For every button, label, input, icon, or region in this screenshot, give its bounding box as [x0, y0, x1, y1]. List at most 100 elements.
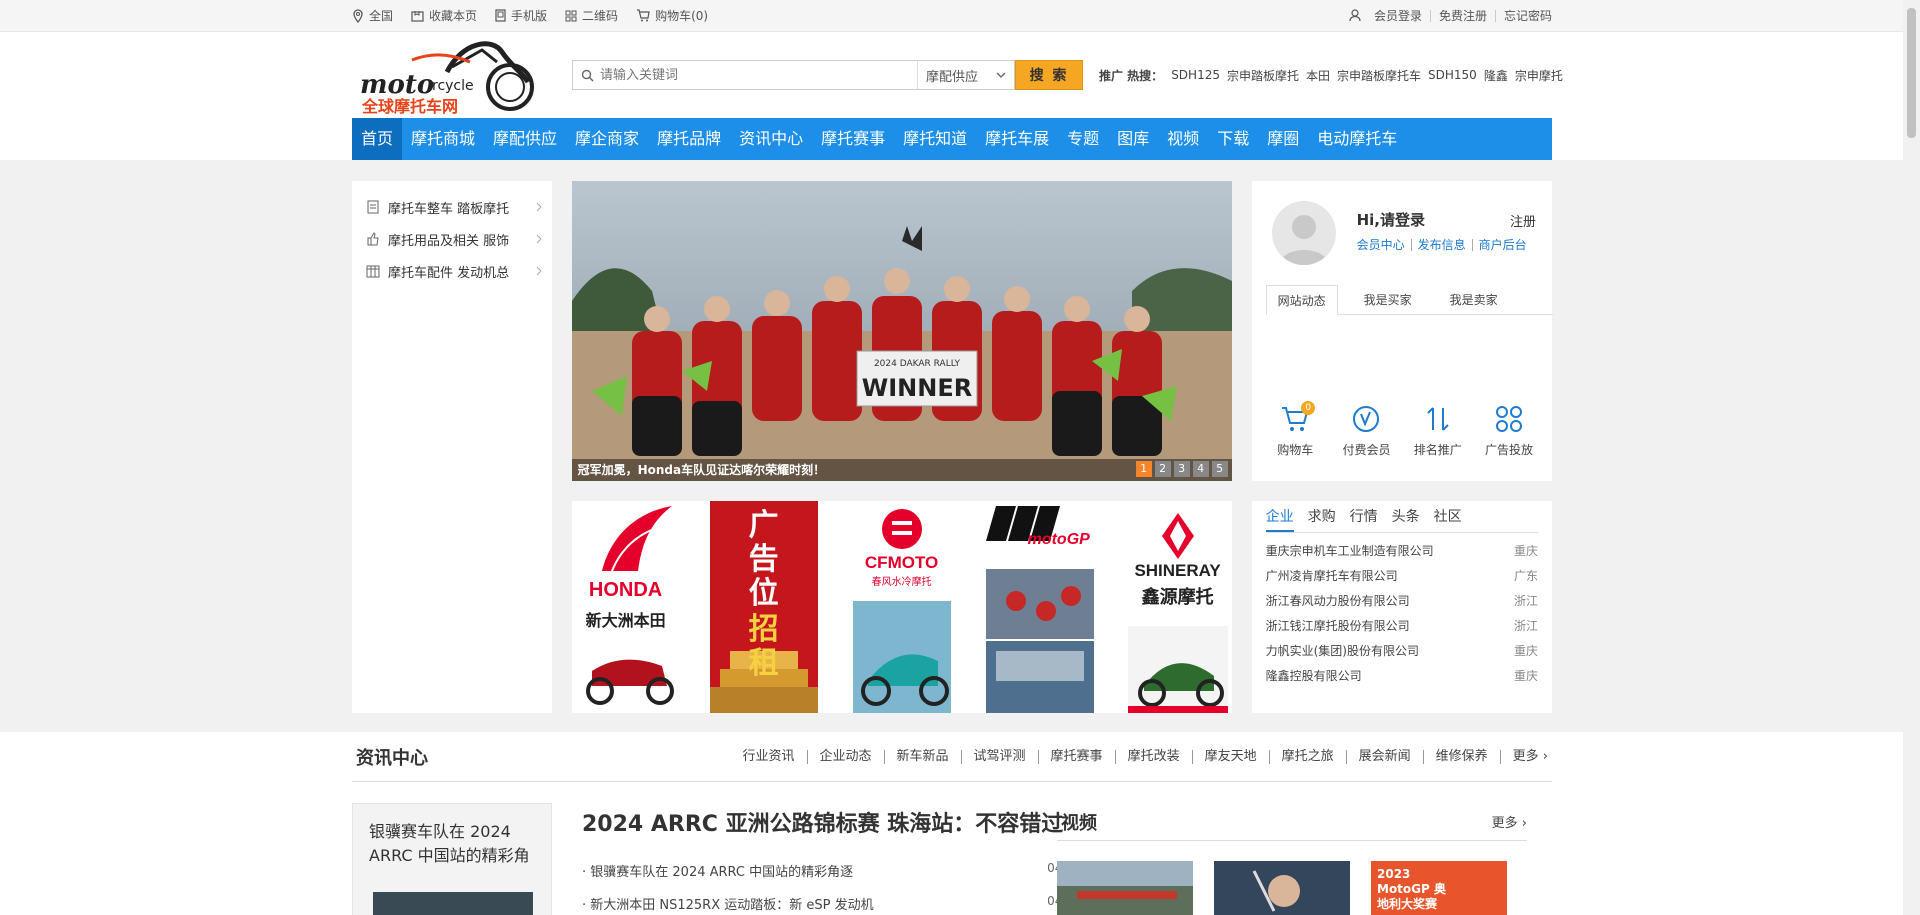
nav-item-gallery[interactable]: 图库 [1108, 118, 1158, 160]
member-center-link[interactable]: 会员中心 [1357, 239, 1411, 251]
qrcode-icon [565, 10, 577, 21]
nav-item-video[interactable]: 视频 [1158, 118, 1208, 160]
tab-market[interactable]: 行情 [1350, 501, 1378, 532]
nav-item-knowledge[interactable]: 摩托知道 [894, 118, 976, 160]
hot-search-item[interactable]: 宗申踏板摩托车 [1337, 67, 1421, 84]
list-item[interactable]: · 银骥赛车队在 2024 ARRC 中国站的精彩角逐 04-26 [582, 861, 1082, 880]
merchant-backend-link[interactable]: 商户后台 [1471, 239, 1533, 251]
hot-search-item[interactable]: 本田 [1306, 67, 1330, 84]
nav-item-racing[interactable]: 摩托赛事 [812, 118, 894, 160]
nav-item-circle[interactable]: 摩圈 [1258, 118, 1308, 160]
qrcode-link[interactable]: 二维码 [565, 7, 618, 24]
company-region: 浙江 [1513, 594, 1538, 608]
nav-item-merchants[interactable]: 摩企商家 [566, 118, 648, 160]
nav-item-mall[interactable]: 摩托商城 [402, 118, 484, 160]
bookmark-link[interactable]: 收藏本页 [411, 7, 477, 24]
category-item[interactable]: 摩托车整车 踏板摩托 [352, 191, 552, 223]
news-link[interactable]: 行业资讯 [730, 749, 806, 764]
news-feature-card[interactable]: 银骥赛车队在 2024 ARRC 中国站的精彩角 [352, 803, 552, 915]
shortcut-vip[interactable]: 付费会员 [1336, 405, 1396, 458]
list-item[interactable]: 浙江钱江摩托股份有限公司 浙江 [1266, 614, 1538, 639]
list-item[interactable]: · 新大洲本田 NS125RX 运动踏板：新 eSP 发动机 04-26 [582, 894, 1082, 913]
search-button[interactable]: 搜 索 [1015, 60, 1083, 90]
video-thumbnail[interactable] [1057, 861, 1193, 915]
news-title: 资讯中心 [356, 747, 428, 769]
logo-rcycle-text: rcycle [432, 78, 474, 94]
hot-search-item[interactable]: SDH150 [1428, 68, 1477, 82]
nav-item-parts[interactable]: 摩配供应 [484, 118, 566, 160]
shortcut-ranking[interactable]: 排名推广 [1408, 405, 1468, 458]
banner-dot[interactable]: 2 [1154, 461, 1171, 477]
hero-banner[interactable]: 2024 DAKAR RALLY WINNER 冠军加冕，Honda车队见证达喀… [571, 181, 1232, 481]
video-more-link[interactable]: 更多 › [1492, 812, 1527, 831]
banner-dot[interactable]: 5 [1211, 461, 1228, 477]
shortcut-ads[interactable]: 广告投放 [1479, 405, 1539, 458]
search-input[interactable] [600, 67, 900, 83]
tab-community[interactable]: 社区 [1434, 501, 1462, 532]
tab-site-news[interactable]: 网站动态 [1265, 285, 1338, 315]
tab-enterprise[interactable]: 企业 [1265, 501, 1294, 532]
video-thumbnail[interactable] [1214, 861, 1350, 915]
shortcut-cart[interactable]: 0 购物车 [1265, 401, 1325, 458]
banner-dot[interactable]: 1 [1135, 461, 1152, 477]
location-link[interactable]: 全国 [352, 7, 393, 24]
tab-seller[interactable]: 我是卖家 [1438, 285, 1510, 315]
news-more-link[interactable]: 更多 › [1499, 749, 1552, 764]
list-item[interactable]: 广州凌肯摩托车有限公司 广东 [1266, 564, 1538, 589]
page-scrollbar[interactable] [1903, 0, 1920, 915]
news-link[interactable]: 摩托之旅 [1268, 749, 1346, 764]
brand-ad-motogp[interactable]: motoGP [985, 501, 1094, 713]
brand-ad-shineray[interactable]: SHINERAY 鑫源摩托 [1123, 501, 1232, 713]
hot-search-item[interactable]: 宗申踏板摩托 [1227, 67, 1299, 84]
list-item[interactable]: 力帆实业(集团)股份有限公司 重庆 [1266, 639, 1538, 664]
category-item[interactable]: 摩托用品及相关 服饰 [352, 223, 552, 255]
news-link[interactable]: 新车新品 [883, 749, 961, 764]
news-link[interactable]: 摩友天地 [1191, 749, 1269, 764]
list-item[interactable]: 隆鑫控股有限公司 重庆 [1266, 664, 1538, 689]
hot-search-item[interactable]: 隆鑫 [1484, 67, 1508, 84]
search-category-select[interactable]: 摩配供应 [917, 60, 1015, 90]
brand-ad-honda[interactable]: HONDA 新大洲本田 [571, 501, 680, 713]
site-logo[interactable]: moto rcycle 全球摩托车网 [352, 32, 542, 118]
nav-item-brands[interactable]: 摩托品牌 [648, 118, 730, 160]
hot-search-item[interactable]: SDH125 [1171, 68, 1220, 82]
tab-buyer[interactable]: 我是买家 [1352, 285, 1424, 315]
news-link[interactable]: 摩托赛事 [1037, 749, 1115, 764]
shortcut-label: 排名推广 [1413, 443, 1462, 457]
cart-link[interactable]: 购物车(0) [636, 7, 708, 24]
nav-item-expo[interactable]: 摩托车展 [976, 118, 1058, 160]
login-link[interactable]: 会员登录 [1366, 10, 1430, 22]
brand-ad-cfmoto[interactable]: CFMOTO 春风水冷摩托 [847, 501, 956, 713]
news-category-links: 行业资讯 企业动态 新车新品 试驾评测 摩托赛事 摩托改装 摩友天地 摩托之旅 … [730, 749, 1552, 764]
register-link[interactable]: 免费注册 [1429, 9, 1495, 22]
search-field[interactable] [572, 60, 917, 90]
news-link[interactable]: 维修保养 [1422, 749, 1500, 764]
category-item[interactable]: 摩托车配件 发动机总 [352, 255, 552, 287]
nav-item-home[interactable]: 首页 [352, 118, 403, 160]
tab-headlines[interactable]: 头条 [1392, 501, 1420, 532]
forgot-password-link[interactable]: 忘记密码 [1494, 9, 1552, 22]
news-link[interactable]: 展会新闻 [1345, 749, 1423, 764]
mobile-link[interactable]: 手机版 [495, 7, 547, 24]
banner-dot[interactable]: 4 [1192, 461, 1209, 477]
nav-item-download[interactable]: 下载 [1208, 118, 1258, 160]
hot-search-item[interactable]: 宗申摩托 [1515, 67, 1563, 84]
news-link[interactable]: 企业动态 [806, 749, 884, 764]
list-item[interactable]: 浙江春风动力股份有限公司 浙江 [1266, 589, 1538, 614]
login-greeting[interactable]: Hi,请登录 [1357, 209, 1425, 230]
news-link[interactable]: 试驾评测 [960, 749, 1038, 764]
ad-slot[interactable]: 广告位 招租 [709, 501, 818, 713]
video-thumbnail[interactable]: 2023 MotoGP 奥地利大奖赛 [1371, 861, 1507, 915]
publish-info-link[interactable]: 发布信息 [1410, 239, 1472, 251]
nav-item-topics[interactable]: 专题 [1058, 118, 1108, 160]
banner-dot[interactable]: 3 [1173, 461, 1190, 477]
tab-purchase[interactable]: 求购 [1308, 501, 1336, 532]
register-link[interactable]: 注册 [1510, 211, 1536, 230]
news-link[interactable]: 摩托改装 [1114, 749, 1192, 764]
news-headline[interactable]: 2024 ARRC 亚洲公路锦标赛 珠海站：不容错过 [582, 809, 1082, 841]
brand-sub: 新大洲本田 [585, 611, 666, 630]
scrollbar-thumb[interactable] [1907, 8, 1916, 138]
list-item[interactable]: 重庆宗申机车工业制造有限公司 重庆 [1266, 539, 1538, 564]
nav-item-electric[interactable]: 电动摩托车 [1308, 118, 1406, 160]
nav-item-news[interactable]: 资讯中心 [730, 118, 812, 160]
